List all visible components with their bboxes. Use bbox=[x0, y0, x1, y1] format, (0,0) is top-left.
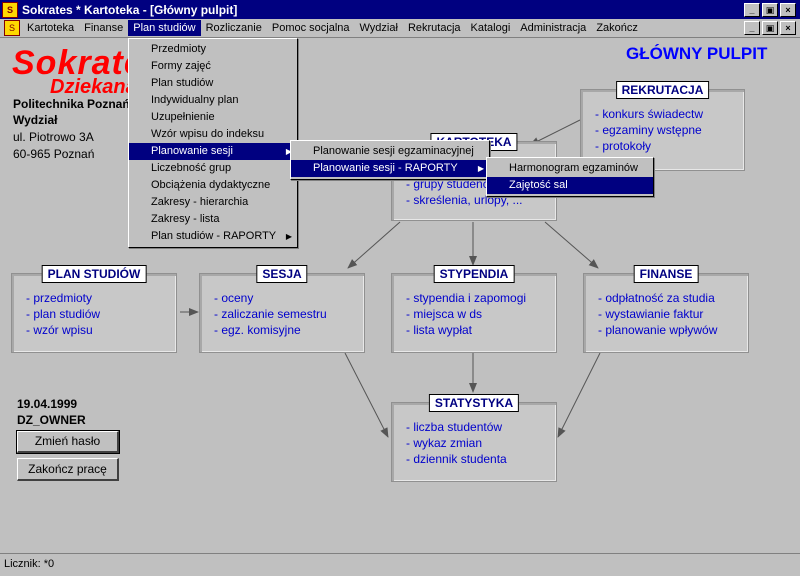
menu-item-uzupelnienie[interactable]: Uzupełnienie bbox=[129, 109, 297, 126]
list-item[interactable]: - odpłatność za studia bbox=[598, 290, 717, 306]
menu-item-liczebnosc-grup[interactable]: Liczebność grup bbox=[129, 160, 297, 177]
status-bar: Licznik: *0 bbox=[0, 553, 800, 576]
menu-item-zajetosc-sal[interactable]: Zajętość sal bbox=[487, 177, 653, 194]
box-plan-studiow[interactable]: PLAN STUDIÓW - przedmioty - plan studiów… bbox=[11, 265, 177, 353]
raporty-submenu: Harmonogram egzaminów Zajętość sal bbox=[486, 157, 654, 197]
list-item[interactable]: - protokoły bbox=[595, 138, 703, 154]
submenu-arrow-icon: ▶ bbox=[285, 232, 292, 241]
menu-item-plan-raporty[interactable]: Plan studiów - RAPORTY ▶ bbox=[129, 228, 297, 245]
menu-item-przedmioty[interactable]: Przedmioty bbox=[129, 41, 297, 58]
arrow-sesja-statystyka bbox=[344, 352, 389, 438]
arrow-kartoteka-sesja bbox=[347, 221, 401, 269]
menu-item-label: Planowanie sesji - RAPORTY bbox=[313, 162, 458, 174]
menu-item-indywidualny-plan[interactable]: Indywidualny plan bbox=[129, 92, 297, 109]
list-item[interactable]: - plan studiów bbox=[26, 306, 100, 322]
list-item[interactable]: - przedmioty bbox=[26, 290, 100, 306]
menu-item-plan-studiow[interactable]: Plan studiów bbox=[129, 75, 297, 92]
menu-item-zakresy-hierarchia[interactable]: Zakresy - hierarchia bbox=[129, 194, 297, 211]
box-statystyka[interactable]: STATYSTYKA - liczba studentów - wykaz zm… bbox=[391, 394, 557, 482]
box-stypendia-title: STYPENDIA bbox=[433, 265, 515, 283]
list-item[interactable]: - miejsca w ds bbox=[406, 306, 526, 322]
change-password-button[interactable]: Zmień hasło bbox=[16, 430, 120, 454]
menu-item-wzor-wpisu[interactable]: Wzór wpisu do indeksu bbox=[129, 126, 297, 143]
menu-item-label: Planowanie sesji bbox=[151, 145, 233, 157]
box-sesja-title: SESJA bbox=[256, 265, 308, 283]
menu-item-planowanie-sesji[interactable]: Planowanie sesji ▶ bbox=[129, 143, 297, 160]
box-plan-title: PLAN STUDIÓW bbox=[41, 265, 147, 283]
list-item[interactable]: - lista wypłat bbox=[406, 322, 526, 338]
list-item[interactable]: - planowanie wpływów bbox=[598, 322, 717, 338]
list-item[interactable]: - egzaminy wstępne bbox=[595, 122, 703, 138]
list-item[interactable]: - stypendia i zapomogi bbox=[406, 290, 526, 306]
list-item[interactable]: - konkurs świadectw bbox=[595, 106, 703, 122]
list-item[interactable]: - wzór wpisu bbox=[26, 322, 100, 338]
end-work-button[interactable]: Zakończ pracę bbox=[17, 458, 119, 481]
menu-item-sesja-raporty[interactable]: Planowanie sesji - RAPORTY ▶ bbox=[291, 160, 489, 177]
plan-studiow-menu: Przedmioty Formy zajęć Plan studiów Indy… bbox=[128, 38, 298, 248]
menu-item-harmonogram[interactable]: Harmonogram egzaminów bbox=[487, 160, 653, 177]
box-finanse-title: FINANSE bbox=[633, 265, 699, 283]
menu-item-formy-zajec[interactable]: Formy zajęć bbox=[129, 58, 297, 75]
box-stypendia[interactable]: STYPENDIA - stypendia i zapomogi - miejs… bbox=[391, 265, 557, 353]
list-item[interactable]: - wystawianie faktur bbox=[598, 306, 717, 322]
list-item[interactable]: - egz. komisyjne bbox=[214, 322, 327, 338]
menu-item-planowanie-egzaminacyjnej[interactable]: Planowanie sesji egzaminacyjnej bbox=[291, 143, 489, 160]
list-item[interactable]: - zaliczanie semestru bbox=[214, 306, 327, 322]
menu-item-obciazenia[interactable]: Obciążenia dydaktyczne bbox=[129, 177, 297, 194]
submenu-arrow-icon: ▶ bbox=[477, 164, 484, 173]
menu-item-zakresy-lista[interactable]: Zakresy - lista bbox=[129, 211, 297, 228]
list-item[interactable]: - liczba studentów bbox=[406, 419, 507, 435]
list-item[interactable]: - oceny bbox=[214, 290, 327, 306]
box-finanse[interactable]: FINANSE - odpłatność za studia - wystawi… bbox=[583, 265, 749, 353]
arrow-kartoteka-finanse bbox=[544, 221, 599, 269]
list-item[interactable]: - wykaz zmian bbox=[406, 435, 507, 451]
box-rekrutacja-title: REKRUTACJA bbox=[615, 81, 710, 99]
status-text: Licznik: *0 bbox=[4, 558, 55, 570]
current-date: 19.04.1999 bbox=[17, 397, 78, 411]
arrow-finanse-statystyka bbox=[557, 352, 601, 438]
box-statystyka-title: STATYSTYKA bbox=[428, 394, 520, 412]
current-user: DZ_OWNER bbox=[17, 413, 86, 427]
menu-item-label: Plan studiów - RAPORTY bbox=[151, 230, 277, 242]
list-item[interactable]: - dziennik studenta bbox=[406, 451, 507, 467]
box-sesja[interactable]: SESJA - oceny - zaliczanie semestru - eg… bbox=[199, 265, 365, 353]
planowanie-sesji-submenu: Planowanie sesji egzaminacyjnej Planowan… bbox=[290, 140, 490, 180]
